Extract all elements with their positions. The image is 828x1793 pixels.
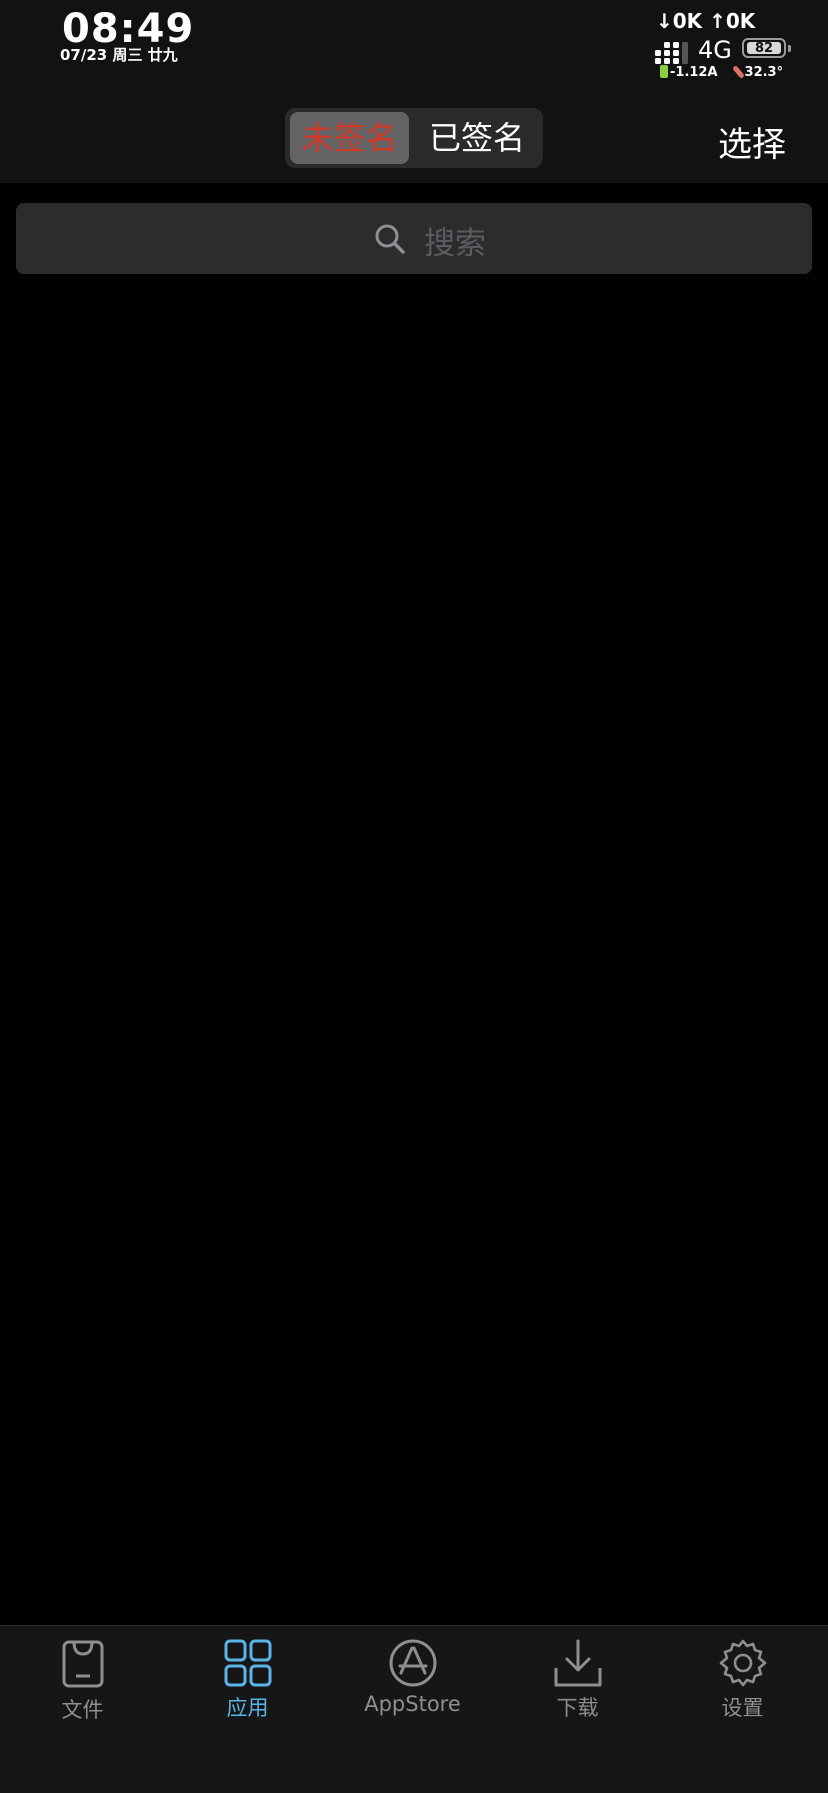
tab-files[interactable]: 文件 bbox=[0, 1638, 165, 1748]
search-input[interactable]: 搜索 bbox=[16, 203, 812, 274]
network-type: 4G bbox=[698, 36, 732, 64]
battery-icon: 82 bbox=[742, 38, 791, 58]
tab-settings-label: 设置 bbox=[721, 1696, 764, 1720]
tab-apps[interactable]: 应用 bbox=[165, 1638, 330, 1748]
search-placeholder: 搜索 bbox=[424, 226, 486, 262]
tab-bar: 文件 应用 AppStore 下载 设置 bbox=[0, 1625, 828, 1793]
tab-files-label: 文件 bbox=[61, 1698, 104, 1722]
power-info: -1.12A 32.3° bbox=[660, 65, 783, 80]
app-store-icon bbox=[389, 1639, 436, 1687]
tab-downloads-label: 下载 bbox=[556, 1696, 599, 1720]
segment-unsigned[interactable]: 未签名 bbox=[290, 112, 409, 164]
file-bag-icon bbox=[62, 1640, 103, 1688]
select-button[interactable]: 选择 bbox=[718, 117, 786, 166]
app-list-empty bbox=[0, 290, 828, 1624]
status-date: 07/23 周三 廿九 bbox=[60, 46, 178, 64]
status-bar: 08:49 07/23 周三 廿九 ↓0K ↑0K 4G 82 -1.12A 32… bbox=[0, 0, 828, 95]
battery-current: -1.12A bbox=[670, 65, 718, 80]
tab-settings[interactable]: 设置 bbox=[660, 1638, 825, 1748]
tab-appstore[interactable]: AppStore bbox=[330, 1638, 495, 1748]
download-icon bbox=[554, 1639, 601, 1687]
battery-small-icon bbox=[660, 65, 668, 78]
signal-strength-icon bbox=[655, 38, 689, 64]
nav-bar: 未签名 已签名 选择 bbox=[0, 95, 828, 183]
network-speed: ↓0K ↑0K bbox=[656, 9, 756, 33]
battery-level: 82 bbox=[747, 42, 781, 55]
tab-appstore-label: AppStore bbox=[364, 1692, 461, 1716]
gear-icon bbox=[719, 1639, 766, 1687]
tab-downloads[interactable]: 下载 bbox=[495, 1638, 660, 1748]
device-temperature: 32.3° bbox=[744, 65, 784, 80]
sign-status-segmented-control: 未签名 已签名 bbox=[285, 108, 543, 168]
tab-apps-label: 应用 bbox=[226, 1696, 269, 1720]
apps-grid-icon bbox=[224, 1639, 271, 1687]
segment-signed[interactable]: 已签名 bbox=[417, 112, 537, 164]
search-icon bbox=[375, 224, 405, 254]
thermometer-icon bbox=[731, 65, 745, 79]
